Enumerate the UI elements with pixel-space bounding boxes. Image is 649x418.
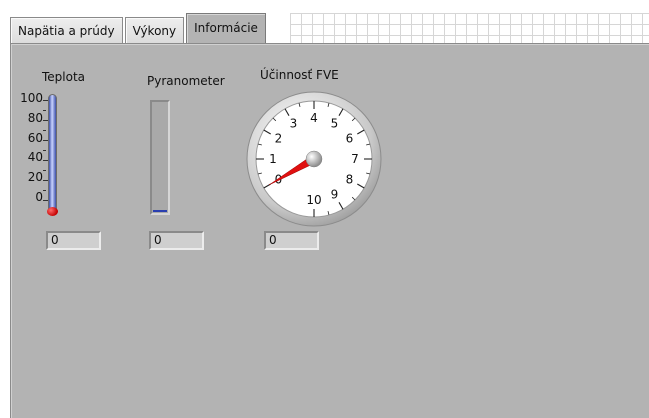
gauge-tick-label: 4 — [310, 111, 318, 125]
thermometer-tick-label: 20 — [27, 170, 43, 184]
tab-vykony[interactable]: Výkony — [124, 17, 185, 43]
gauge-tick-label: 7 — [351, 152, 359, 166]
pyranometer-bar — [150, 100, 170, 215]
thermometer-value-display: 0 — [46, 231, 101, 250]
pyranometer-label: Pyranometer — [147, 74, 225, 88]
gauge-value-display: 0 — [264, 231, 319, 250]
pyranometer-level — [153, 210, 167, 212]
tab-informacie[interactable]: Informácie — [186, 13, 266, 43]
gauge-tick-label: 10 — [306, 193, 321, 207]
tab-page-informacie: Teplota 100 80 60 40 20 0 0 Pyranometer … — [10, 43, 649, 418]
gauge-label: Účinnosť FVE — [260, 68, 339, 82]
thermometer-label: Teplota — [42, 70, 86, 84]
gauge-tick-label: 6 — [346, 132, 354, 146]
gauge-tick-label: 1 — [269, 152, 277, 166]
efficiency-gauge: 0 1 2 3 4 5 6 7 8 9 10 — [246, 91, 382, 227]
thermometer-tick-label: 60 — [27, 131, 43, 145]
thermometer-tube — [48, 94, 57, 211]
pyranometer-value-display: 0 — [149, 231, 204, 250]
gauge-tick-label: 3 — [290, 116, 298, 130]
gauge-tick-label: 5 — [331, 116, 339, 130]
gauge-tick-label: 9 — [331, 188, 339, 202]
gauge-tick-label: 8 — [346, 173, 354, 187]
tab-strip: Napätia a prúdy Výkony Informácie — [10, 13, 268, 43]
thermometer-tick-label: 100 — [20, 91, 43, 105]
tab-napatia-a-prudy[interactable]: Napätia a prúdy — [10, 17, 123, 43]
thermometer-tick-label: 40 — [27, 150, 43, 164]
front-panel-grid — [290, 13, 649, 43]
thermometer-tick-label: 80 — [27, 111, 43, 125]
thermometer-bulb — [47, 207, 58, 216]
thermometer-tick-label: 0 — [35, 190, 43, 204]
gauge-tick-label: 2 — [275, 132, 283, 146]
gauge-hub — [305, 150, 323, 168]
